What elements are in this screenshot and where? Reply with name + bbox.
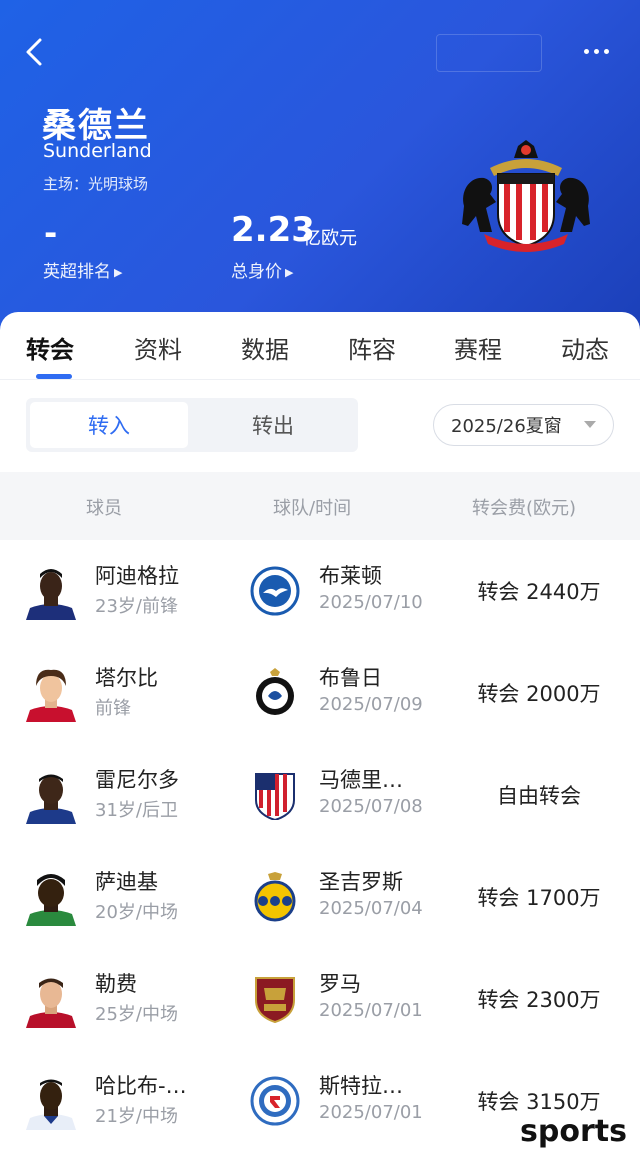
table-header: 球员 球队/时间 转会费(欧元) [0,472,640,540]
team-name-en: Sunderland [43,140,152,162]
player-info: 前锋 [95,698,131,719]
table-row[interactable]: 勒费 25岁/中场 罗马 2025/07/01 转会 2300万 [0,948,640,1050]
col-player: 球员 [86,498,122,519]
player-name: 哈比布-… [95,1074,187,1098]
table-row[interactable]: 雷尼尔多 31岁/后卫 马德里… 2025/07/08 自由转会 [0,744,640,846]
squad-value-unit: 亿欧元 [303,228,357,249]
player-avatar [26,669,76,722]
league-rank-value: - [44,214,58,252]
player-avatar [26,569,76,620]
player-info: 23岁/前锋 [95,596,178,617]
tab-stats[interactable]: 数据 [241,330,289,365]
tab-news[interactable]: 动态 [561,330,609,365]
club-brugge-logo-icon [256,668,294,715]
transfer-window-value: 2025/26夏窗 [451,416,562,437]
share-ghost-box [436,34,542,72]
tab-squad[interactable]: 阵容 [348,330,396,365]
player-avatar [26,1079,76,1130]
league-rank-label: 英超排名 [43,262,111,282]
tab-profile[interactable]: 资料 [134,330,182,365]
transfer-out-button[interactable]: 转出 [192,402,354,448]
player-name: 阿迪格拉 [95,564,179,588]
caret-right-icon: ▶ [114,265,123,279]
team-header: 桑德兰 Sunderland 主场：光明球场 - 英超排名 ▶ 2.23 亿欧元 … [0,0,640,340]
transfer-fee: 转会 2000万 [477,682,601,706]
atletico-madrid-logo-icon [255,773,295,820]
sunderland-crest-icon [462,140,590,252]
transfer-in-button[interactable]: 转入 [30,402,188,448]
col-team-time: 球队/时间 [273,498,352,519]
player-name: 萨迪基 [95,870,158,894]
transfer-direction-toggle: 转入 转出 [26,398,358,452]
transfer-window-select[interactable]: 2025/26夏窗 [433,404,614,446]
back-icon[interactable] [18,34,54,70]
caret-right-icon: ▶ [285,265,294,279]
player-name: 勒费 [95,972,137,996]
player-name: 雷尼尔多 [95,768,179,792]
active-tab-indicator [36,374,72,379]
player-avatar [26,774,76,824]
club-name: 马德里… [319,768,403,792]
club-name: 斯特拉… [319,1074,403,1098]
transfer-date: 2025/07/10 [319,592,423,613]
transfer-fee: 转会 2440万 [477,580,601,604]
tab-schedule[interactable]: 赛程 [454,330,502,365]
content-panel: 转会 资料 数据 阵容 赛程 动态 转入 转出 2025/26夏窗 球员 球队/… [0,312,640,1164]
strasbourg-logo-icon [250,1076,300,1126]
transfer-fee: 自由转会 [497,784,581,808]
club-name: 布莱顿 [319,564,382,588]
player-avatar [26,978,76,1028]
table-row[interactable]: 萨迪基 20岁/中场 圣吉罗斯 2025/07/04 转会 1700万 [0,846,640,948]
league-rank-link[interactable]: 英超排名 ▶ [43,257,122,282]
transfer-date: 2025/07/04 [319,898,423,919]
table-row[interactable]: 塔尔比 前锋 布鲁日 2025/07/09 转会 2000万 [0,642,640,744]
table-row[interactable]: 阿迪格拉 23岁/前锋 布莱顿 2025/07/10 转会 2440万 [0,540,640,642]
club-name: 布鲁日 [319,666,382,690]
transfer-fee: 转会 1700万 [477,886,601,910]
as-roma-logo-icon [255,977,295,1024]
home-ground: 主场：光明球场 [43,175,149,193]
tab-transfers[interactable]: 转会 [26,330,74,365]
transfer-fee: 转会 2300万 [477,988,601,1012]
more-icon[interactable] [576,38,616,64]
transfer-date: 2025/07/08 [319,796,423,817]
club-name: 圣吉罗斯 [319,870,403,894]
transfer-date: 2025/07/01 [319,1000,423,1021]
squad-value-label: 总身价 [231,262,282,282]
player-info: 21岁/中场 [95,1106,178,1127]
squad-value-link[interactable]: 总身价 ▶ [231,257,293,282]
club-name: 罗马 [319,972,361,996]
player-info: 25岁/中场 [95,1004,178,1025]
player-name: 塔尔比 [95,666,158,690]
transfer-fee: 转会 3150万 [477,1090,601,1114]
brighton-logo-icon [250,566,300,616]
player-info: 31岁/后卫 [95,800,178,821]
watermark-text: sports [520,1114,627,1149]
union-saint-gilloise-logo-icon [254,872,296,922]
tab-bar: 转会 资料 数据 阵容 赛程 动态 [0,312,640,380]
chevron-down-icon [584,421,596,428]
player-avatar [26,874,76,926]
player-info: 20岁/中场 [95,902,178,923]
col-fee: 转会费(欧元) [472,498,577,519]
transfer-date: 2025/07/01 [319,1102,423,1123]
transfer-date: 2025/07/09 [319,694,423,715]
